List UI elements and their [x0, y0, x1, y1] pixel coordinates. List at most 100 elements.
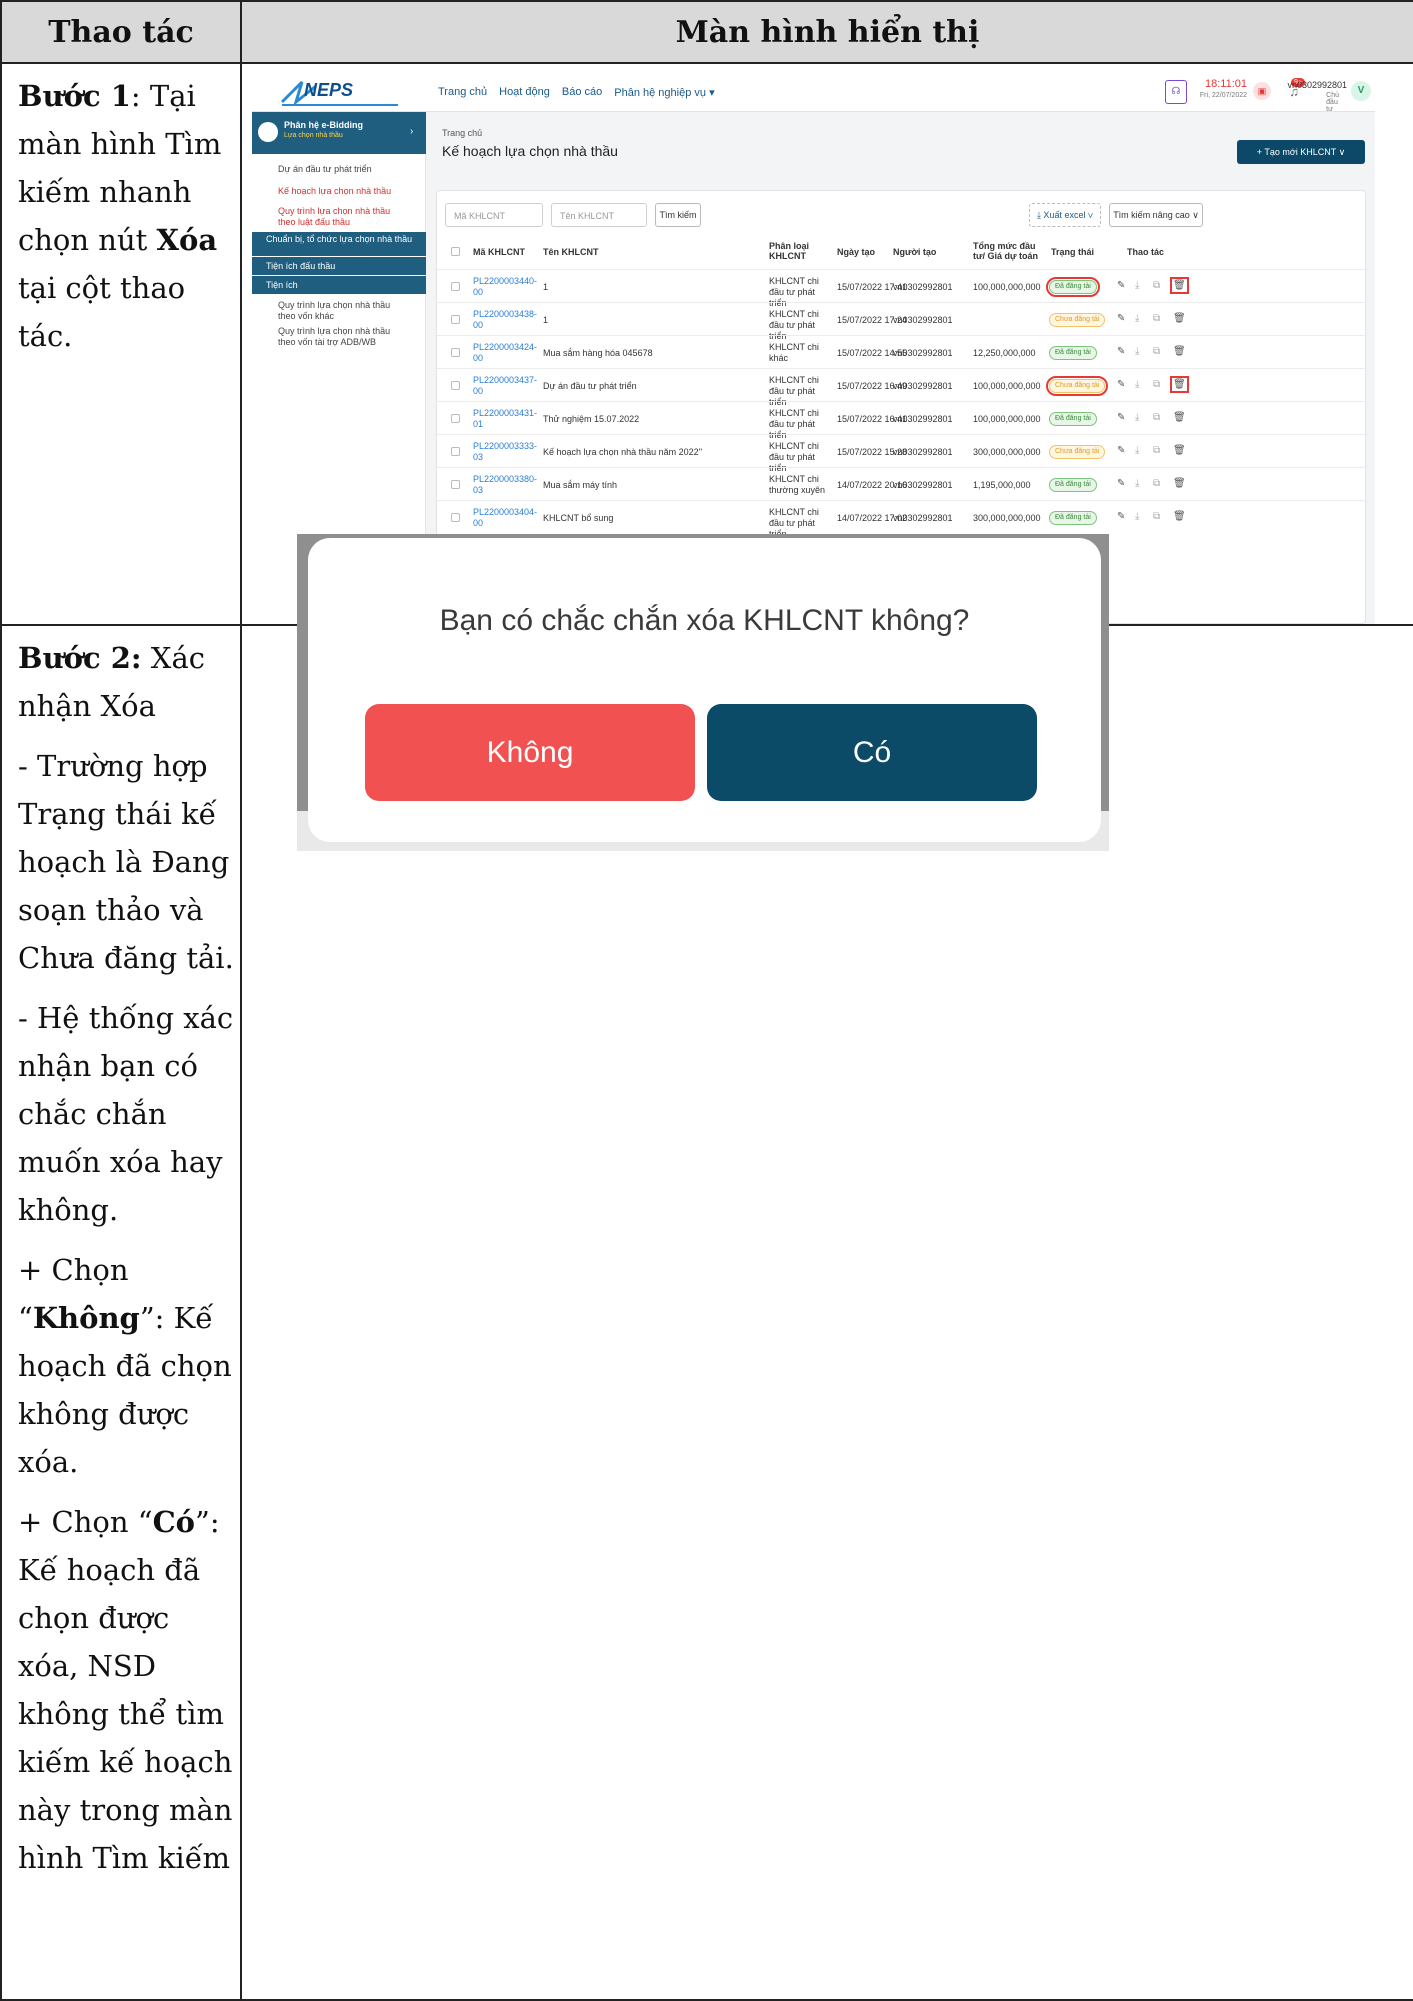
copy-icon[interactable]: ⧉	[1153, 412, 1160, 423]
no-button[interactable]: Không	[365, 704, 695, 801]
nav-home[interactable]: Trang chủ	[438, 86, 487, 99]
sidebar-item-process-other[interactable]: Quy trình lựa chọn nhà thầu theo vốn khá…	[252, 300, 402, 322]
table-row[interactable]: PL2200003438-00 1 KHLCNT chi đầu tư phát t…	[437, 302, 1367, 341]
download-icon[interactable]: ⤓	[1135, 379, 1139, 390]
download-icon[interactable]: ⤓	[1135, 412, 1139, 423]
edit-icon[interactable]: ✎	[1117, 445, 1125, 456]
nav-module[interactable]: Phân hệ nghiệp vụ ▾	[614, 86, 714, 99]
edit-icon[interactable]: ✎	[1117, 478, 1125, 489]
module-header[interactable]: Phân hệ e-Bidding Lựa chọn nhà thầu ›	[252, 112, 426, 154]
table-row[interactable]: PL2200003424-00 Mua sắm hàng hóa 045678 KH…	[437, 335, 1367, 368]
row-code[interactable]: PL2200003438-00	[473, 309, 537, 331]
avatar[interactable]: V	[1351, 81, 1371, 101]
row-checkbox[interactable]	[451, 348, 460, 357]
edit-icon[interactable]: ✎	[1117, 511, 1125, 522]
edit-icon[interactable]: ✎	[1117, 280, 1125, 291]
delete-icon[interactable]: 🗑	[1173, 445, 1186, 456]
name-search-input[interactable]: Tên KHLCNT	[551, 203, 647, 227]
delete-icon[interactable]: 🗑	[1173, 412, 1186, 423]
row-checkbox[interactable]	[451, 480, 460, 489]
copy-icon[interactable]: ⧉	[1153, 379, 1160, 390]
download-icon[interactable]: ⤓	[1135, 511, 1139, 522]
row-code[interactable]: PL2200003404-00	[473, 507, 537, 529]
row-code[interactable]: PL2200003440-00	[473, 276, 537, 298]
advanced-search-button[interactable]: Tìm kiếm nâng cao ∨	[1109, 203, 1203, 227]
edit-icon[interactable]: ✎	[1117, 379, 1125, 390]
edit-icon[interactable]: ✎	[1117, 346, 1125, 357]
copy-icon[interactable]: ⧉	[1153, 445, 1160, 456]
row-user: vn0302992801	[893, 414, 953, 424]
edit-icon[interactable]: ✎	[1117, 412, 1125, 423]
copy-icon[interactable]: ⧉	[1153, 346, 1160, 357]
export-excel-button[interactable]: ⤓ Xuất excel ∨	[1029, 203, 1101, 227]
table-row[interactable]: PL2200003431-01 Thử nghiệm 15.07.2022 KHLC…	[437, 401, 1367, 440]
table-row[interactable]: PL2200003333-03 Kế hoạch lựa chọn nhà thầ…	[437, 434, 1367, 473]
table-row[interactable]: PL2200003437-00 Dự án đầu tư phát triển KH…	[437, 368, 1367, 407]
delete-icon[interactable]: 🗑	[1170, 376, 1189, 393]
row-code[interactable]: PL2200003431-01	[473, 408, 537, 430]
row-name: Kế hoạch lựa chọn nhà thầu năm 2022''	[543, 447, 703, 457]
breadcrumb[interactable]: Trang chủ	[442, 128, 482, 138]
row-code[interactable]: PL2200003333-03	[473, 441, 537, 463]
yes-button[interactable]: Có	[707, 704, 1037, 801]
user-name[interactable]: vn0302992801	[1287, 80, 1347, 90]
select-all-checkbox[interactable]	[451, 247, 460, 256]
col-name: Tên KHLCNT	[543, 247, 599, 257]
page-title: Kế hoạch lựa chọn nhà thầu	[442, 143, 618, 159]
table-row[interactable]: PL2200003440-00 1 KHLCNT chi đầu tư phát t…	[437, 269, 1367, 308]
row-user: vn0302992801	[893, 381, 953, 391]
row-code[interactable]: PL2200003380-03	[473, 474, 537, 496]
nav-report[interactable]: Báo cáo	[562, 86, 602, 99]
status-badge: Chưa đăng tải	[1049, 445, 1106, 459]
sidebar-item-prepare[interactable]: Chuẩn bị, tổ chức lựa chọn nhà thầu	[252, 232, 426, 256]
table-row[interactable]: PL2200003404-00 KHLCNT bổ sung KHLCNT chi …	[437, 500, 1367, 539]
headset-icon[interactable]: ☊	[1165, 80, 1187, 104]
nav-activity[interactable]: Hoạt động	[499, 86, 550, 99]
row-checkbox[interactable]	[451, 381, 460, 390]
sidebar-item-project[interactable]: Dự án đầu tư phát triển	[252, 164, 426, 175]
download-icon[interactable]: ⤓	[1135, 280, 1139, 291]
row-checkbox[interactable]	[451, 513, 460, 522]
delete-icon[interactable]: 🗑	[1170, 277, 1189, 294]
row-checkbox[interactable]	[451, 414, 460, 423]
row-checkbox[interactable]	[451, 447, 460, 456]
top-bar: NEPS Trang chủ Hoạt động Báo cáo Phân hệ…	[252, 74, 1375, 113]
table-header: Mã KHLCNT Tên KHLCNT Phân loại KHLCNT Ng…	[437, 237, 1367, 267]
sidebar-item-utilities[interactable]: Tiện ích	[252, 276, 426, 294]
download-icon[interactable]: ⤓	[1135, 445, 1139, 456]
step1-bold: Xóa	[156, 223, 218, 257]
sidebar-item-process-adb[interactable]: Quy trình lựa chọn nhà thầu theo vốn tài…	[252, 326, 402, 348]
sidebar-item-utilities-bid[interactable]: Tiện ích đấu thầu	[252, 257, 426, 275]
col-amount: Tổng mức đầu tư/ Giá dự toán	[973, 241, 1039, 261]
sidebar-item-plan[interactable]: Kế hoạch lựa chọn nhà thầu	[252, 186, 426, 197]
row-checkbox[interactable]	[451, 282, 460, 291]
copy-icon[interactable]: ⧉	[1153, 313, 1160, 324]
copy-icon[interactable]: ⧉	[1153, 478, 1160, 489]
row-name: Thử nghiệm 15.07.2022	[543, 414, 640, 424]
sidebar-item-process-law[interactable]: Quy trình lựa chọn nhà thầu theo luật đấ…	[252, 206, 402, 228]
step2-p1: - Trường hợp Trạng thái kế hoạch là Đang…	[18, 749, 234, 975]
create-plan-button[interactable]: + Tạo mới KHLCNT ∨	[1237, 140, 1365, 164]
code-search-input[interactable]: Mã KHLCNT	[445, 203, 543, 227]
copy-icon[interactable]: ⧉	[1153, 511, 1160, 522]
delete-icon[interactable]: 🗑	[1173, 346, 1186, 357]
row-code[interactable]: PL2200003424-00	[473, 342, 537, 364]
search-button[interactable]: Tìm kiếm	[655, 203, 701, 227]
table-row[interactable]: PL2200003380-03 Mua sắm máy tính KHLCNT ch…	[437, 467, 1367, 500]
calendar-icon[interactable]: ▣	[1253, 82, 1271, 100]
delete-icon[interactable]: 🗑	[1173, 478, 1186, 489]
download-icon[interactable]: ⤓	[1135, 346, 1139, 357]
download-icon[interactable]: ⤓	[1135, 313, 1139, 324]
download-icon[interactable]: ⤓	[1135, 478, 1139, 489]
row-checkbox[interactable]	[451, 315, 460, 324]
copy-icon[interactable]: ⧉	[1153, 280, 1160, 291]
row-code[interactable]: PL2200003437-00	[473, 375, 537, 397]
step1-cell: Bước 1: Tại màn hình Tìm kiếm nhanh chọn…	[0, 62, 242, 626]
edit-icon[interactable]: ✎	[1117, 313, 1125, 324]
step2-p4: + Chọn “Có”: Kế hoạch đã chọn được xóa, …	[18, 1498, 234, 1882]
row-amount: 100,000,000,000	[973, 414, 1041, 424]
step1-text: Bước 1: Tại màn hình Tìm kiếm nhanh chọn…	[2, 64, 240, 360]
top-nav: Trang chủ Hoạt động Báo cáo Phân hệ nghi…	[438, 86, 715, 99]
delete-icon[interactable]: 🗑	[1173, 511, 1186, 522]
delete-icon[interactable]: 🗑	[1173, 313, 1186, 324]
